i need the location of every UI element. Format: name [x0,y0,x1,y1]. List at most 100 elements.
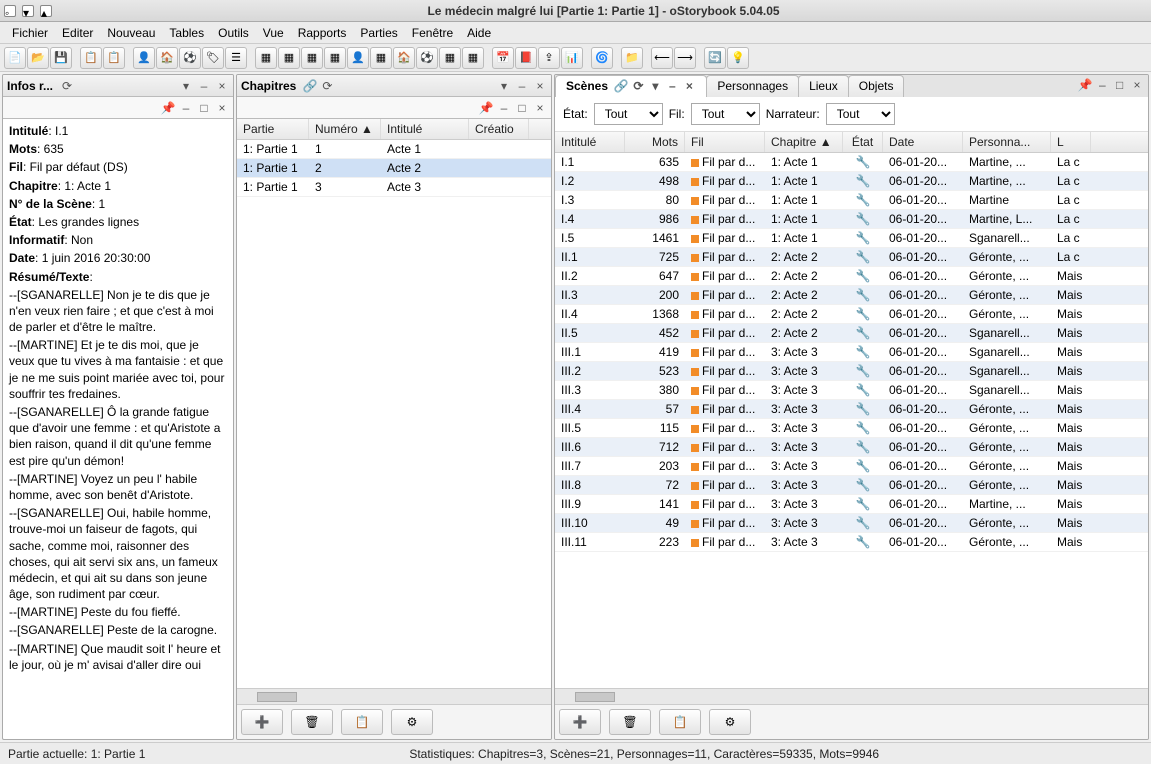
table-row[interactable]: 1: Partie 12Acte 2 [237,159,551,178]
table-row[interactable]: III.3380Fil par d...3: Acte 3🔧06-01-20..… [555,381,1148,400]
table-row[interactable]: III.11223Fil par d...3: Acte 3🔧06-01-20.… [555,533,1148,552]
scene-gear-button[interactable]: ⚙ [709,709,751,735]
pin-icon[interactable]: ▾ [179,79,193,93]
tab-personnages[interactable]: Personnages [706,75,799,97]
menu-vue[interactable]: Vue [257,24,290,42]
menu-nouveau[interactable]: Nouveau [101,24,161,42]
table-row[interactable]: II.5452Fil par d...2: Acte 2🔧06-01-20...… [555,324,1148,343]
close2-icon[interactable]: × [215,101,229,115]
filter-fil-select[interactable]: Tout [691,103,760,125]
scene-header[interactable]: Intitulé Mots Fil Chapitre ▲ État Date P… [555,132,1148,153]
chap-header[interactable]: Partie Numéro ▲ Intitulé Créatio [237,119,551,140]
table-row[interactable]: 1: Partie 13Acte 3 [237,178,551,197]
chap-max2-icon[interactable]: □ [515,101,529,115]
tb-chart-icon[interactable]: 📊 [561,47,583,69]
tab-objets[interactable]: Objets [848,75,905,97]
tb-grid1-icon[interactable]: ▦ [255,47,277,69]
sc-min2-icon[interactable]: – [1095,78,1109,92]
menu-rapports[interactable]: Rapports [292,24,353,42]
close-icon[interactable]: × [215,79,229,93]
tb-copy-icon[interactable]: 📋 [80,47,102,69]
menu-fichier[interactable]: Fichier [6,24,54,42]
tb-fwd-icon[interactable]: ⟶ [674,47,696,69]
chap-del-button[interactable]: 🗑 [291,709,333,735]
tb-cal-icon[interactable]: 📅 [492,47,514,69]
table-row[interactable]: I.4986Fil par d...1: Acte 1🔧06-01-20...M… [555,210,1148,229]
tab-scenes[interactable]: Scènes 🔗 ⟳ ▾ – × [555,75,707,97]
tb-save-icon[interactable]: 💾 [50,47,72,69]
window-max-icon[interactable]: ▴ [40,5,52,17]
menu-parties[interactable]: Parties [354,24,403,42]
tb-grid5-icon[interactable]: ▦ [370,47,392,69]
refresh-icon[interactable]: ⟳ [60,79,74,93]
scene-scrollbar[interactable] [555,688,1148,704]
pin2-icon[interactable]: 📌 [161,101,175,115]
table-row[interactable]: III.1049Fil par d...3: Acte 3🔧06-01-20..… [555,514,1148,533]
sc-link-icon[interactable]: 🔗 [614,79,628,93]
window-menu-icon[interactable]: ◦ [4,5,16,17]
tb-export-icon[interactable]: ⇪ [538,47,560,69]
sc-close-icon[interactable]: × [682,79,696,93]
tb-open-icon[interactable]: 📂 [27,47,49,69]
tb-grid6-icon[interactable]: ▦ [439,47,461,69]
scene-add-button[interactable]: ➕ [559,709,601,735]
tb-back-icon[interactable]: ⟵ [651,47,673,69]
scene-del-button[interactable]: 🗑 [609,709,651,735]
tb-grid4-icon[interactable]: ▦ [324,47,346,69]
tb-ball-icon[interactable]: ⚽ [179,47,201,69]
tb-bulb-icon[interactable]: 💡 [727,47,749,69]
tb-ball2-icon[interactable]: ⚽ [416,47,438,69]
tb-paste-icon[interactable]: 📋 [103,47,125,69]
table-row[interactable]: III.9141Fil par d...3: Acte 3🔧06-01-20..… [555,495,1148,514]
chap-table[interactable]: 1: Partie 11Acte 11: Partie 12Acte 21: P… [237,140,551,688]
sc-max2-icon[interactable]: □ [1113,78,1127,92]
table-row[interactable]: II.3200Fil par d...2: Acte 2🔧06-01-20...… [555,286,1148,305]
max2-icon[interactable]: □ [197,101,211,115]
table-row[interactable]: 1: Partie 11Acte 1 [237,140,551,159]
chap-scrollbar[interactable] [237,688,551,704]
chap-min2-icon[interactable]: – [497,101,511,115]
table-row[interactable]: II.41368Fil par d...2: Acte 2🔧06-01-20..… [555,305,1148,324]
menu-aide[interactable]: Aide [461,24,497,42]
tb-new-icon[interactable]: 📄 [4,47,26,69]
tb-grid2-icon[interactable]: ▦ [278,47,300,69]
table-row[interactable]: III.457Fil par d...3: Acte 3🔧06-01-20...… [555,400,1148,419]
table-row[interactable]: I.380Fil par d...1: Acte 1🔧06-01-20...Ma… [555,191,1148,210]
tb-person-icon[interactable]: 👤 [133,47,155,69]
window-min-icon[interactable]: ▾ [22,5,34,17]
tb-refresh-icon[interactable]: 🔄 [704,47,726,69]
sc-min-icon[interactable]: – [665,79,679,93]
menu-tables[interactable]: Tables [163,24,210,42]
table-row[interactable]: III.5115Fil par d...3: Acte 3🔧06-01-20..… [555,419,1148,438]
table-row[interactable]: III.6712Fil par d...3: Acte 3🔧06-01-20..… [555,438,1148,457]
sc-refresh-icon[interactable]: ⟳ [631,79,645,93]
filter-narr-select[interactable]: Tout [826,103,895,125]
chap-add-button[interactable]: ➕ [241,709,283,735]
table-row[interactable]: I.2498Fil par d...1: Acte 1🔧06-01-20...M… [555,172,1148,191]
table-row[interactable]: III.872Fil par d...3: Acte 3🔧06-01-20...… [555,476,1148,495]
refresh2-icon[interactable]: ⟳ [320,79,334,93]
sc-pin-icon[interactable]: ▾ [648,79,662,93]
table-row[interactable]: I.1635Fil par d...1: Acte 1🔧06-01-20...M… [555,153,1148,172]
scene-copy-button[interactable]: 📋 [659,709,701,735]
menu-outils[interactable]: Outils [212,24,255,42]
tb-location-icon[interactable]: 🏠 [156,47,178,69]
link-icon[interactable]: 🔗 [303,79,317,93]
table-row[interactable]: II.1725Fil par d...2: Acte 2🔧06-01-20...… [555,248,1148,267]
chap-pin-icon[interactable]: ▾ [497,79,511,93]
menu-fenetre[interactable]: Fenêtre [406,24,459,42]
tb-tag-icon[interactable]: 🏷 [202,47,224,69]
table-row[interactable]: III.1419Fil par d...3: Acte 3🔧06-01-20..… [555,343,1148,362]
chap-copy-button[interactable]: 📋 [341,709,383,735]
chap-pin2-icon[interactable]: 📌 [479,101,493,115]
chap-gear-button[interactable]: ⚙ [391,709,433,735]
chap-close-icon[interactable]: × [533,79,547,93]
sc-close2-icon[interactable]: × [1130,78,1144,92]
tb-grid7-icon[interactable]: ▦ [462,47,484,69]
tb-spiral-icon[interactable]: 🌀 [591,47,613,69]
table-row[interactable]: III.2523Fil par d...3: Acte 3🔧06-01-20..… [555,362,1148,381]
tb-grid3-icon[interactable]: ▦ [301,47,323,69]
tb-folder-icon[interactable]: 📁 [621,47,643,69]
scene-table[interactable]: I.1635Fil par d...1: Acte 1🔧06-01-20...M… [555,153,1148,688]
table-row[interactable]: III.7203Fil par d...3: Acte 3🔧06-01-20..… [555,457,1148,476]
